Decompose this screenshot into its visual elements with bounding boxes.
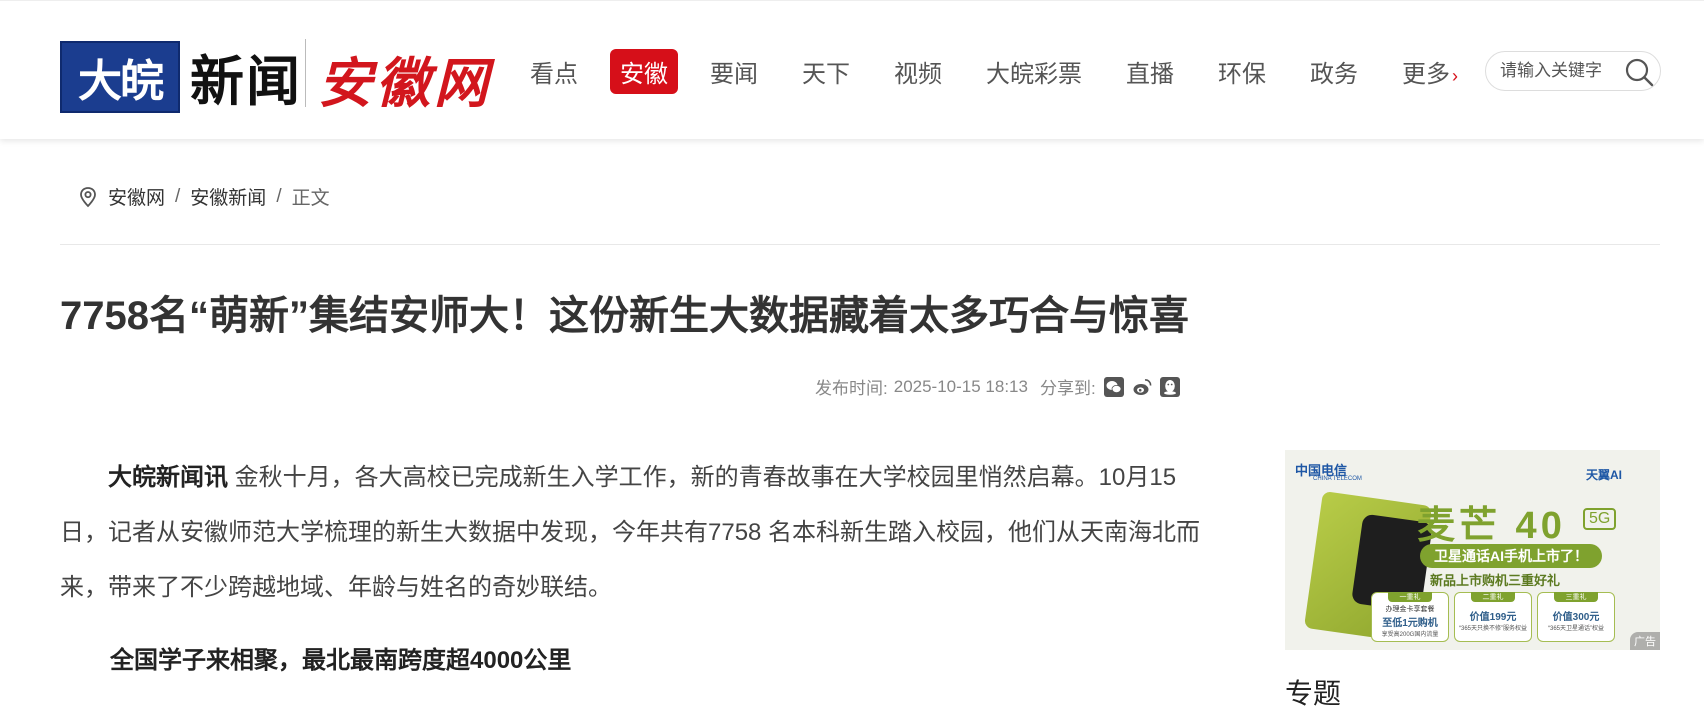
nav-item-yaowen[interactable]: 要闻 — [710, 54, 758, 89]
weibo-icon[interactable] — [1132, 377, 1152, 397]
ad-5g-badge: 5G — [1583, 508, 1617, 530]
nav-item-lottery[interactable]: 大皖彩票 — [986, 54, 1082, 89]
ad-product-name: 麦芒 40 — [1417, 505, 1566, 547]
breadcrumb-anhui-news[interactable]: 安徽新闻 — [190, 183, 266, 210]
lead-text: 金秋十月，各大高校已完成新生入学工作，新的青春故事在大学校园里悄然启幕。10月1… — [60, 464, 1201, 601]
qq-icon[interactable] — [1159, 376, 1180, 397]
nav-more-label: 更多 — [1402, 60, 1450, 88]
lead-source: 大皖新闻讯 — [108, 464, 228, 491]
ad-gift-line1: 办理金卡享套餐 — [1385, 606, 1435, 613]
breadcrumb-current: 正文 — [291, 188, 330, 209]
sidebar-topics-title: 专题 — [1285, 678, 1342, 709]
ad-gift-line3: “365天只换不修”服务权益 — [1458, 626, 1527, 632]
nav-item-zhibo[interactable]: 直播 — [1126, 54, 1174, 89]
breadcrumb-divider — [60, 244, 1660, 245]
breadcrumb-home[interactable]: 安徽网 — [108, 183, 165, 210]
ad-gift-line3: 享受高200G国内流量 — [1381, 632, 1439, 638]
ad-label: 广告 — [1630, 632, 1660, 650]
ad-gift-line2: 至低1元购机 — [1382, 618, 1438, 629]
search-icon[interactable] — [1624, 57, 1654, 87]
breadcrumb-separator: / — [175, 185, 181, 207]
nav-item-kandian[interactable]: 看点 — [530, 54, 578, 89]
ad-headline: 卫星通话AI手机上市了！ — [1420, 544, 1602, 568]
nav-item-shipin[interactable]: 视频 — [894, 54, 942, 89]
share-label: 分享到: — [1039, 379, 1096, 398]
article-meta: 发布时间: 2025-10-15 18:13 分享到: — [815, 374, 1180, 399]
breadcrumb-separator: / — [276, 185, 282, 207]
anhuiwang-logo[interactable]: 安徽网 — [318, 39, 492, 118]
ad-gift-line3: “365天卫星通话”权益 — [1547, 626, 1604, 632]
ad-gift-line2: 价值300元 — [1552, 612, 1600, 623]
article-title: 7758名“萌新”集结安师大！这份新生大数据藏着太多巧合与惊喜 — [60, 294, 1189, 338]
site-header: 大皖 新闻 安徽网 看点 安徽 要闻 天下 视频 大皖彩票 直播 环保 政务 更… — [0, 0, 1704, 139]
china-telecom-en: CHINA TELECOM — [1313, 476, 1362, 482]
article-subheading: 全国学子来相聚，最北最南跨度超4000公里 — [110, 647, 572, 674]
chevron-right-icon: › — [1452, 65, 1458, 86]
ad-gift-line2: 价值199元 — [1469, 612, 1517, 623]
article-lead-paragraph: 大皖新闻讯 金秋十月，各大高校已完成新生入学工作，新的青春故事在大学校园里悄然启… — [60, 450, 1210, 615]
ad-gift-card: 三重礼 价值300元 “365天卫星通话”权益 — [1537, 592, 1615, 642]
nav-item-huanbao[interactable]: 环保 — [1218, 54, 1266, 89]
nav-item-anhui[interactable]: 安徽 — [610, 48, 678, 94]
dawan-logo-box: 大皖 — [60, 40, 180, 113]
dawan-logo-text: 新闻 — [190, 50, 302, 113]
search-input[interactable] — [1500, 61, 1620, 81]
search-box — [1485, 51, 1661, 91]
ad-subtitle: 新品上市购机三重好礼 — [1430, 573, 1561, 588]
publish-time: 2025-10-15 18:13 — [893, 376, 1028, 396]
ad-gift-tag: 二重礼 — [1471, 592, 1515, 602]
nav-item-tianxia[interactable]: 天下 — [802, 54, 850, 89]
location-pin-icon — [80, 186, 96, 207]
ad-gift-card: 二重礼 价值199元 “365天只换不修”服务权益 — [1454, 592, 1532, 642]
main-nav: 看点 安徽 要闻 天下 视频 大皖彩票 直播 环保 政务 更多 › — [530, 48, 1458, 94]
logo-divider — [305, 39, 306, 107]
ad-gift-card: 一重礼 办理金卡享套餐 至低1元购机 享受高200G国内流量 — [1371, 592, 1449, 642]
ad-gift-tag: 一重礼 — [1388, 592, 1432, 602]
nav-item-more[interactable]: 更多 › — [1402, 54, 1458, 89]
nav-item-zhengwu[interactable]: 政务 — [1310, 54, 1358, 89]
ad-gift-list: 一重礼 办理金卡享套餐 至低1元购机 享受高200G国内流量 二重礼 价值199… — [1371, 592, 1620, 642]
dawan-news-logo[interactable]: 大皖 新闻 — [60, 37, 302, 116]
ad-gift-tag: 三重礼 — [1554, 592, 1598, 602]
breadcrumb: 安徽网 / 安徽新闻 / 正文 — [78, 183, 330, 210]
publish-label: 发布时间: — [815, 379, 888, 398]
tianyi-ai-logo: 天翼AI — [1585, 468, 1622, 482]
telecom-ad-banner[interactable]: 中国电信 CHINA TELECOM 天翼AI 麦芒 40 5G 卫星通话AI手… — [1285, 450, 1660, 650]
wechat-icon[interactable] — [1103, 376, 1124, 397]
article-body: 大皖新闻讯 金秋十月，各大高校已完成新生入学工作，新的青春故事在大学校园里悄然启… — [60, 450, 1210, 615]
